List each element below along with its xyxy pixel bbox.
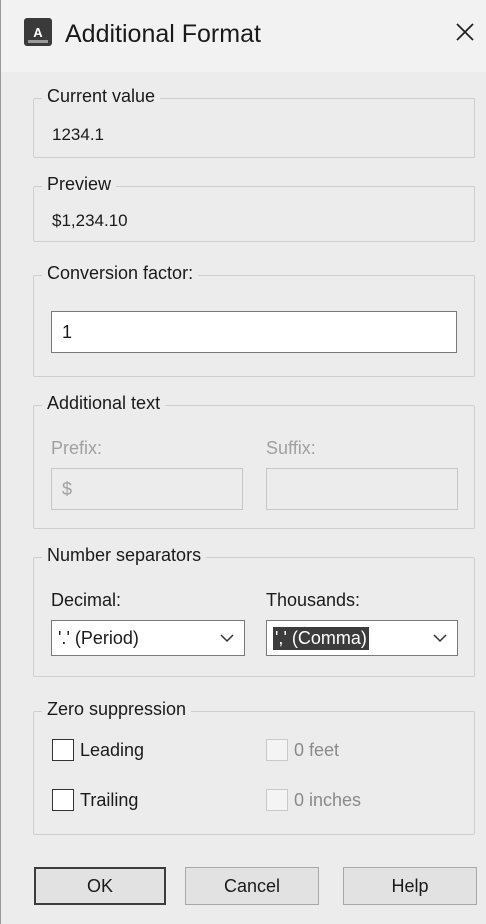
- prefix-label: Prefix:: [51, 438, 103, 458]
- zero-suppression-legend: Zero suppression: [42, 699, 192, 720]
- close-icon: [456, 23, 474, 41]
- trailing-label[interactable]: Trailing: [80, 790, 138, 811]
- zero-suppression-group: Zero suppression Leading 0 feet Trailing…: [33, 699, 475, 835]
- decimal-separator-select[interactable]: '.' (Period): [51, 620, 245, 656]
- leading-label[interactable]: Leading: [80, 740, 144, 761]
- suffix-input[interactable]: [266, 468, 458, 510]
- preview-group: Preview $1,234.10: [33, 174, 475, 242]
- thousands-separator-value: ',' (Comma): [273, 626, 369, 650]
- chevron-down-icon: [433, 634, 447, 643]
- current-value-text: 1234.1: [52, 125, 104, 144]
- conversion-factor-legend: Conversion factor:: [42, 263, 199, 284]
- inches-label[interactable]: 0 inches: [294, 790, 361, 811]
- inches-checkbox[interactable]: [266, 789, 288, 811]
- autocad-app-icon: A: [24, 18, 52, 46]
- preview-legend: Preview: [42, 174, 117, 195]
- trailing-checkbox[interactable]: [52, 789, 74, 811]
- cancel-button[interactable]: Cancel: [185, 867, 319, 905]
- feet-label[interactable]: 0 feet: [294, 740, 339, 761]
- thousands-separator-select[interactable]: ',' (Comma): [266, 620, 458, 656]
- feet-checkbox[interactable]: [266, 739, 288, 761]
- chevron-down-icon: [220, 634, 234, 643]
- conversion-factor-input[interactable]: 1: [51, 311, 457, 353]
- title-bar: A Additional Format: [1, 0, 486, 72]
- additional-text-group: Additional text Prefix: Suffix: $: [33, 393, 475, 529]
- dialog-title: Additional Format: [65, 20, 261, 48]
- number-separators-group: Number separators Decimal: Thousands: '.…: [33, 545, 475, 677]
- suffix-label: Suffix:: [266, 438, 316, 458]
- conversion-factor-group: Conversion factor: 1: [33, 263, 475, 377]
- current-value-legend: Current value: [42, 86, 161, 107]
- conversion-factor-value: 1: [62, 321, 73, 342]
- current-value-group: Current value 1234.1: [33, 86, 475, 158]
- close-button[interactable]: [449, 16, 481, 48]
- additional-format-dialog: A Additional Format Current value 1234.1…: [0, 0, 486, 924]
- help-button[interactable]: Help: [343, 867, 477, 905]
- app-icon-letter: A: [33, 24, 43, 40]
- prefix-input[interactable]: $: [51, 468, 243, 510]
- preview-text: $1,234.10: [52, 211, 128, 230]
- prefix-value: $: [62, 478, 73, 499]
- additional-text-legend: Additional text: [42, 393, 166, 414]
- thousands-label: Thousands:: [266, 590, 361, 610]
- leading-checkbox[interactable]: [52, 739, 74, 761]
- number-separators-legend: Number separators: [42, 545, 207, 566]
- ok-button[interactable]: OK: [34, 867, 166, 905]
- decimal-separator-value: '.' (Period): [58, 627, 139, 648]
- decimal-label: Decimal:: [51, 590, 122, 610]
